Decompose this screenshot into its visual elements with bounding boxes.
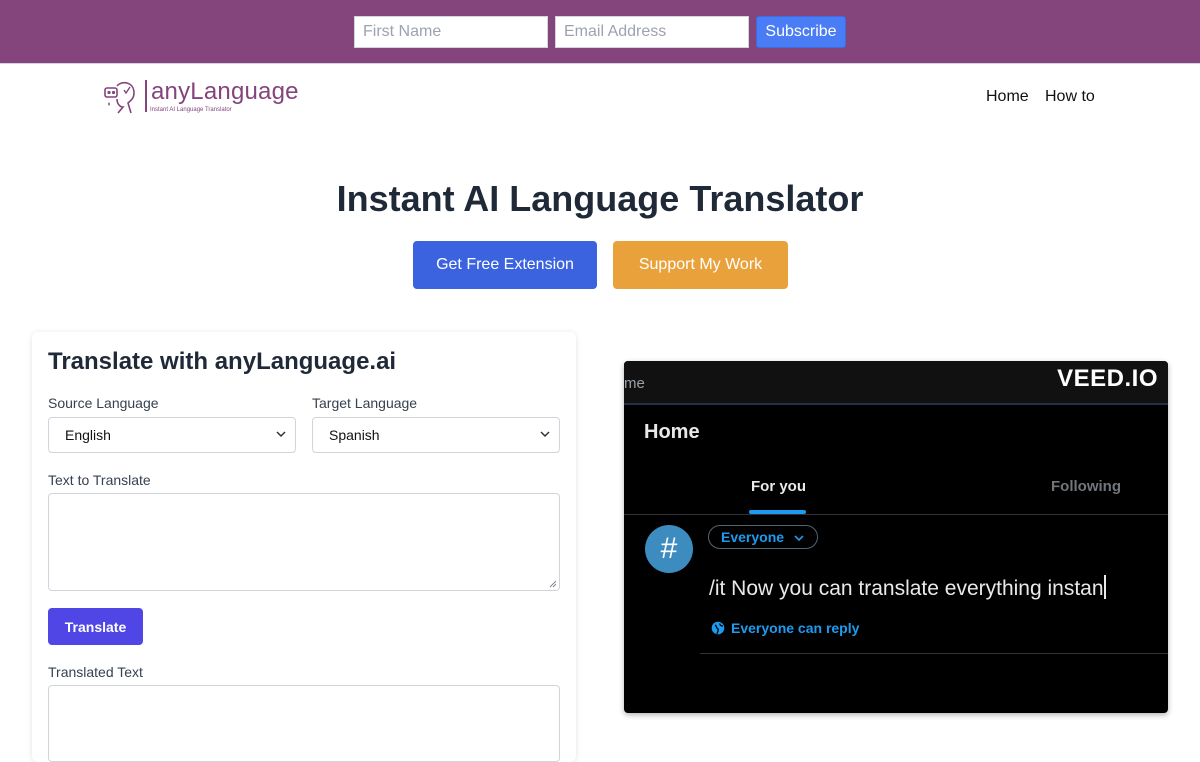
logo-divider — [145, 80, 147, 112]
logo-tagline: Instant AI Language Translator — [150, 107, 232, 113]
nav-home[interactable]: Home — [986, 88, 1029, 106]
video-audience-label: Everyone — [721, 529, 785, 545]
video-watermark: VEED.IO — [1057, 365, 1158, 392]
target-language-value: Spanish — [329, 427, 380, 443]
resize-handle-icon[interactable] — [549, 580, 557, 588]
source-language-value: English — [65, 427, 111, 443]
chevron-down-icon — [276, 431, 286, 438]
video-partial-tab: me — [624, 375, 645, 392]
output-textarea[interactable] — [48, 685, 560, 762]
video-divider — [624, 514, 1168, 515]
chevron-down-icon — [794, 535, 804, 542]
globe-icon — [711, 621, 725, 635]
input-text-label: Text to Translate — [48, 472, 151, 488]
video-compose-value: /it Now you can translate everything ins… — [709, 577, 1104, 600]
video-audience-pill: Everyone — [708, 525, 818, 549]
video-reply-setting: Everyone can reply — [711, 620, 859, 636]
demo-video[interactable]: me VEED.IO Home For you Following # Ever… — [624, 361, 1168, 713]
video-home-heading: Home — [644, 421, 700, 443]
video-tab-following: Following — [1051, 478, 1121, 495]
input-textarea[interactable] — [48, 493, 560, 591]
video-tab-for-you: For you — [751, 478, 806, 495]
page-title: Instant AI Language Translator — [336, 178, 864, 219]
logo-name: anyLanguage — [151, 78, 299, 105]
target-language-label: Target Language — [312, 395, 418, 411]
get-extension-button[interactable]: Get Free Extension — [413, 241, 597, 289]
video-compose-text: /it Now you can translate everything ins… — [709, 575, 1106, 601]
source-language-select[interactable]: English — [48, 417, 296, 453]
subscribe-button[interactable]: Subscribe — [756, 16, 846, 48]
translator-title: Translate with anyLanguage.ai — [48, 348, 397, 375]
video-divider — [700, 653, 1168, 654]
nav-how-to[interactable]: How to — [1045, 88, 1095, 106]
video-avatar: # — [645, 525, 693, 573]
translator-card: Translate with anyLanguage.ai Source Lan… — [32, 332, 576, 762]
text-caret — [1103, 575, 1106, 599]
video-reply-label: Everyone can reply — [731, 620, 860, 636]
logo-head-icon — [104, 81, 135, 114]
subscribe-bar: Subscribe — [0, 0, 1200, 64]
source-language-label: Source Language — [48, 395, 159, 411]
email-input[interactable] — [555, 16, 749, 48]
output-text-label: Translated Text — [48, 664, 143, 680]
translate-button[interactable]: Translate — [48, 608, 143, 645]
support-button[interactable]: Support My Work — [613, 241, 788, 289]
logo[interactable]: anyLanguage Instant AI Language Translat… — [104, 78, 298, 116]
target-language-select[interactable]: Spanish — [312, 417, 560, 453]
first-name-input[interactable] — [354, 16, 548, 48]
chevron-down-icon — [540, 431, 550, 438]
